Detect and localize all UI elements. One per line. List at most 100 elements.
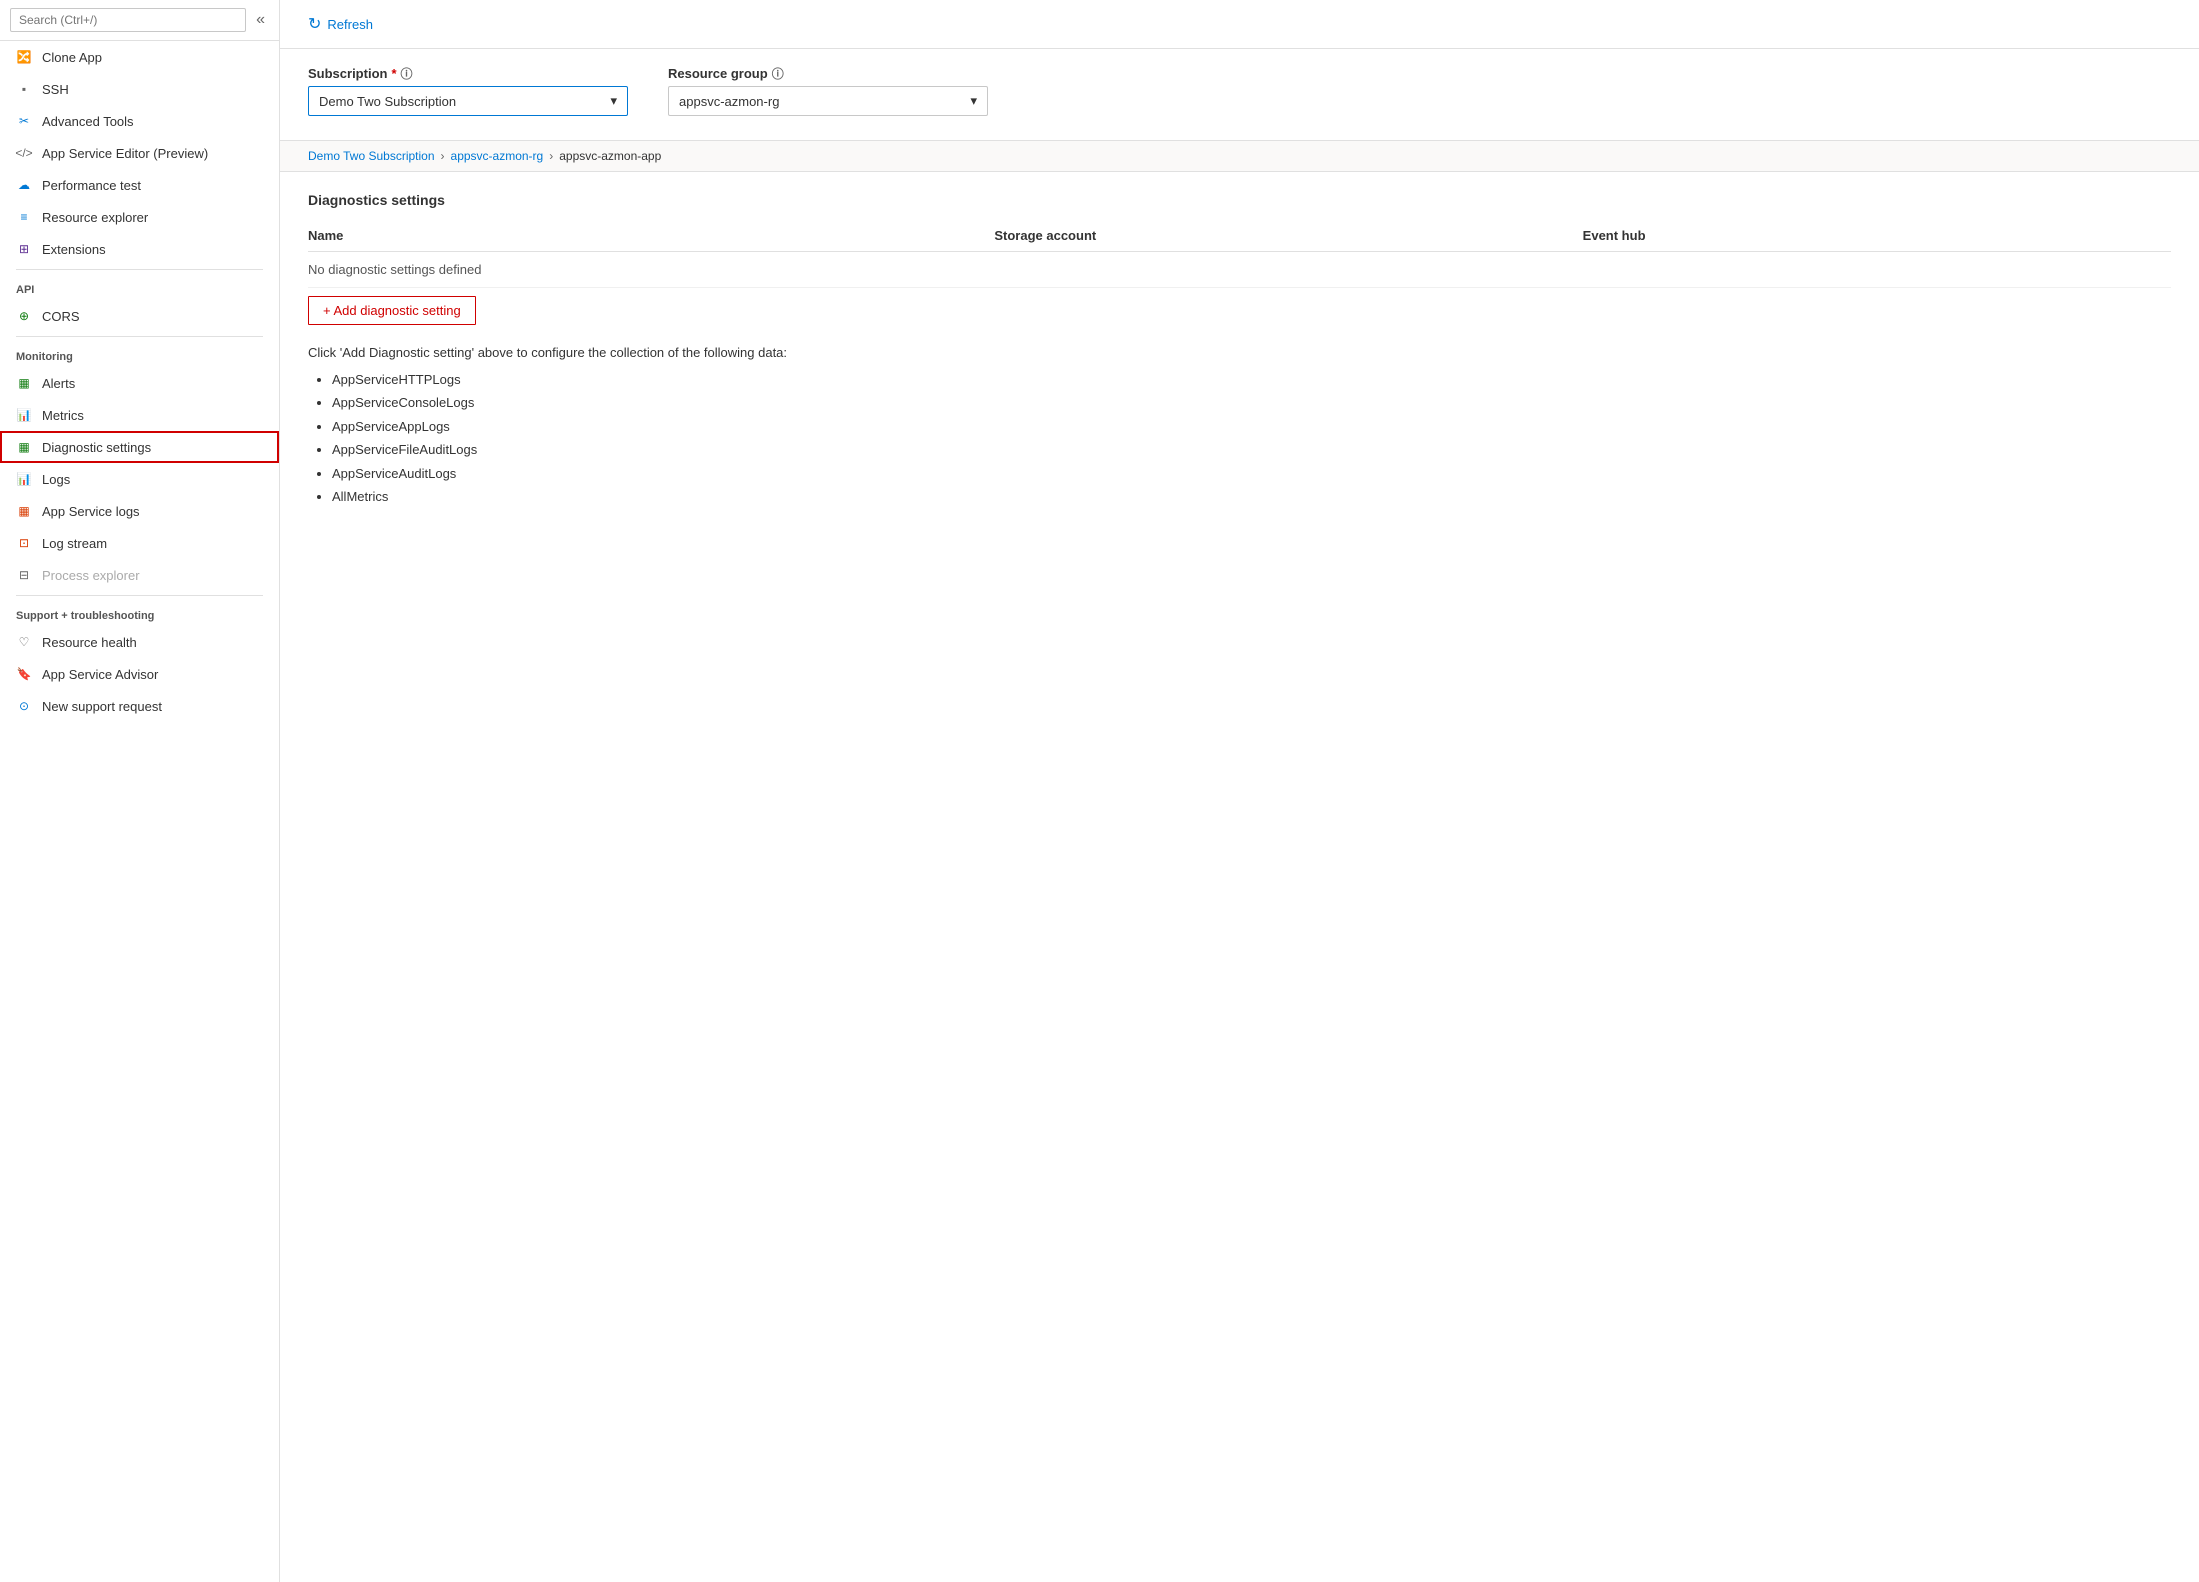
advanced-tools-icon: ✂ [16,113,32,129]
list-item: AppServiceFileAuditLogs [332,438,2171,461]
sidebar-item-logs[interactable]: 📊 Logs [0,463,279,495]
resource-group-select[interactable]: appsvc-azmon-rg ▾ [668,86,988,116]
col-header-name: Name [308,220,994,252]
alerts-icon: ▦ [16,375,32,391]
required-star: * [391,66,396,81]
sidebar-item-app-service-logs[interactable]: ▦ App Service logs [0,495,279,527]
sidebar-content: 🔀 Clone App ▪ SSH ✂ Advanced Tools </> A… [0,41,279,1582]
sidebar-label-advanced-tools: Advanced Tools [42,114,134,129]
process-explorer-icon: ⊟ [16,567,32,583]
col-header-hub: Event hub [1583,220,2171,252]
diagnostics-title: Diagnostics settings [308,192,2171,208]
list-item: AppServiceAuditLogs [332,462,2171,485]
sidebar-label-resource-explorer: Resource explorer [42,210,148,225]
sidebar-item-app-service-advisor[interactable]: 🔖 App Service Advisor [0,658,279,690]
new-support-request-icon: ⊙ [16,698,32,714]
sidebar-label-cors: CORS [42,309,80,324]
sidebar-item-process-explorer: ⊟ Process explorer [0,559,279,591]
sidebar-label-app-service-logs: App Service logs [42,504,140,519]
empty-message: No diagnostic settings defined [308,252,2171,288]
sidebar-item-metrics[interactable]: 📊 Metrics [0,399,279,431]
form-row: Subscription * ⓘ Demo Two Subscription ▾… [308,65,2171,116]
sidebar-item-alerts[interactable]: ▦ Alerts [0,367,279,399]
sidebar-item-cors[interactable]: ⊕ CORS [0,300,279,332]
resource-group-value: appsvc-azmon-rg [679,94,779,109]
sidebar-item-advanced-tools[interactable]: ✂ Advanced Tools [0,105,279,137]
sidebar-label-log-stream: Log stream [42,536,107,551]
resource-group-dropdown-icon: ▾ [970,93,977,109]
subscription-value: Demo Two Subscription [319,94,456,109]
subscription-group: Subscription * ⓘ Demo Two Subscription ▾ [308,65,628,116]
sidebar-search-area: « [0,0,279,41]
breadcrumb-resource-group[interactable]: appsvc-azmon-rg [451,149,544,163]
list-item: AppServiceHTTPLogs [332,368,2171,391]
instruction-text: Click 'Add Diagnostic setting' above to … [308,345,2171,360]
resource-explorer-icon: ≡ [16,209,32,225]
sidebar-label-metrics: Metrics [42,408,84,423]
performance-test-icon: ☁ [16,177,32,193]
sidebar-label-extensions: Extensions [42,242,106,257]
main-content: ↻ Refresh Subscription * ⓘ Demo Two Subs… [280,0,2199,1582]
section-label-support: Support + troubleshooting [0,600,279,626]
list-item: AllMetrics [332,485,2171,508]
resource-group-info-icon: ⓘ [772,65,784,82]
app-service-advisor-icon: 🔖 [16,666,32,682]
metrics-icon: 📊 [16,407,32,423]
sidebar-item-resource-health[interactable]: ♡ Resource health [0,626,279,658]
col-header-storage: Storage account [994,220,1582,252]
sidebar-item-performance-test[interactable]: ☁ Performance test [0,169,279,201]
sidebar-label-resource-health: Resource health [42,635,137,650]
sidebar-label-ssh: SSH [42,82,69,97]
subscription-dropdown-icon: ▾ [610,93,617,109]
cors-icon: ⊕ [16,308,32,324]
clone-app-icon: 🔀 [16,49,32,65]
breadcrumb-subscription[interactable]: Demo Two Subscription [308,149,435,163]
table-body: No diagnostic settings defined [308,252,2171,288]
sidebar-item-extensions[interactable]: ⊞ Extensions [0,233,279,265]
list-item: AppServiceConsoleLogs [332,391,2171,414]
sidebar-label-diagnostic-settings: Diagnostic settings [42,440,151,455]
sidebar-item-app-service-editor[interactable]: </> App Service Editor (Preview) [0,137,279,169]
sidebar-item-ssh[interactable]: ▪ SSH [0,73,279,105]
sidebar-label-clone-app: Clone App [42,50,102,65]
section-label-api: API [0,274,279,300]
resource-group-group: Resource group ⓘ appsvc-azmon-rg ▾ [668,65,988,116]
divider-support [16,595,263,596]
sidebar-label-process-explorer: Process explorer [42,568,140,583]
sidebar-item-new-support-request[interactable]: ⊙ New support request [0,690,279,722]
app-service-editor-icon: </> [16,145,32,161]
subscription-label: Subscription * ⓘ [308,65,628,82]
resource-group-label: Resource group ⓘ [668,65,988,82]
app-service-logs-icon: ▦ [16,503,32,519]
collapse-button[interactable]: « [252,9,269,31]
sidebar-item-clone-app[interactable]: 🔀 Clone App [0,41,279,73]
refresh-icon: ↻ [308,14,321,34]
sidebar-label-logs: Logs [42,472,70,487]
sidebar-label-performance-test: Performance test [42,178,141,193]
diagnostic-settings-icon: ▦ [16,439,32,455]
breadcrumb: Demo Two Subscription › appsvc-azmon-rg … [280,141,2199,172]
sidebar: « 🔀 Clone App ▪ SSH ✂ Advanced Tools </>… [0,0,280,1582]
data-items-list: AppServiceHTTPLogs AppServiceConsoleLogs… [308,368,2171,508]
table-header-row: Name Storage account Event hub [308,220,2171,252]
sidebar-item-resource-explorer[interactable]: ≡ Resource explorer [0,201,279,233]
search-input[interactable] [10,8,246,32]
ssh-icon: ▪ [16,81,32,97]
table-row-empty: No diagnostic settings defined [308,252,2171,288]
refresh-button[interactable]: ↻ Refresh [300,10,381,38]
breadcrumb-app: appsvc-azmon-app [559,149,661,163]
add-diagnostic-setting-button[interactable]: + Add diagnostic setting [308,296,476,325]
diagnostics-table: Name Storage account Event hub No diagno… [308,220,2171,288]
divider-monitoring [16,336,263,337]
table-header: Name Storage account Event hub [308,220,2171,252]
diagnostics-content: Diagnostics settings Name Storage accoun… [280,172,2199,1582]
sidebar-item-diagnostic-settings[interactable]: ▦ Diagnostic settings [0,431,279,463]
sidebar-item-log-stream[interactable]: ⊡ Log stream [0,527,279,559]
form-area: Subscription * ⓘ Demo Two Subscription ▾… [280,49,2199,141]
extensions-icon: ⊞ [16,241,32,257]
sidebar-label-app-service-editor: App Service Editor (Preview) [42,146,208,161]
log-stream-icon: ⊡ [16,535,32,551]
sidebar-label-new-support-request: New support request [42,699,162,714]
divider-api [16,269,263,270]
subscription-select[interactable]: Demo Two Subscription ▾ [308,86,628,116]
